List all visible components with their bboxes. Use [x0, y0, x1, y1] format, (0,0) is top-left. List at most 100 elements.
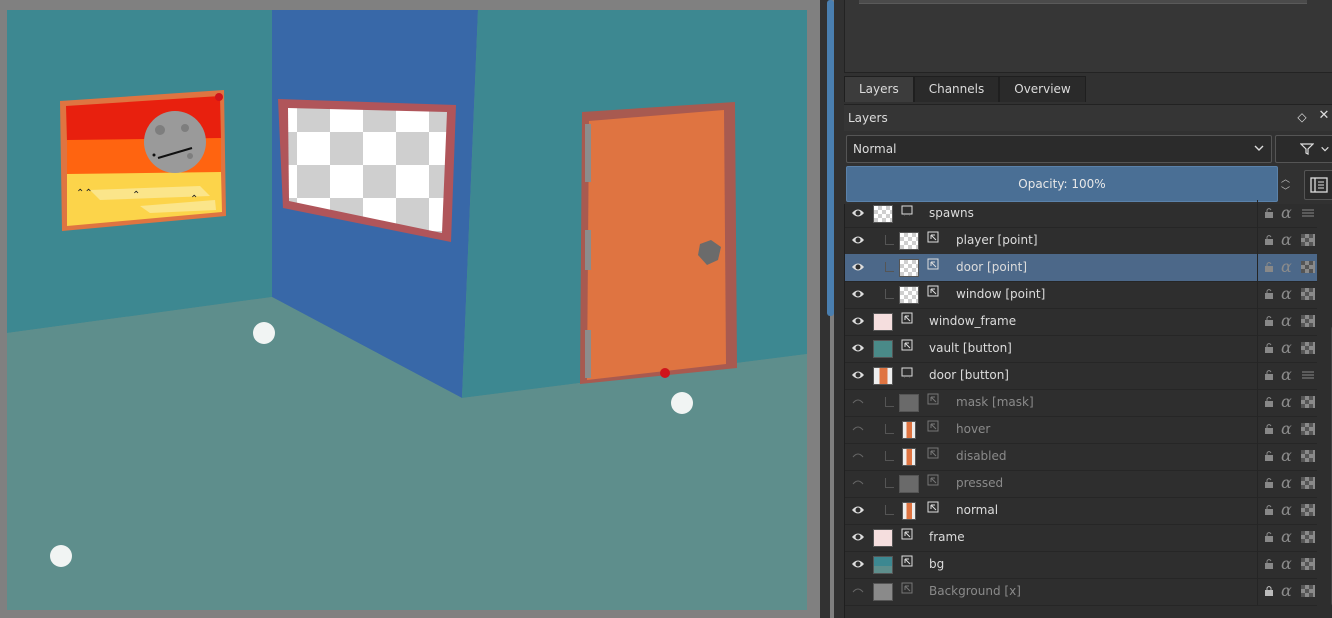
checker-icon[interactable]: [1301, 504, 1315, 516]
lock-icon[interactable]: [1263, 585, 1275, 597]
tab-layers[interactable]: Layers: [844, 76, 914, 102]
alpha-icon[interactable]: α: [1281, 365, 1292, 384]
layer-row[interactable]: Background [x] α: [845, 578, 1317, 606]
alpha-icon[interactable]: α: [1281, 419, 1292, 438]
eye-icon[interactable]: [851, 207, 865, 219]
lock-icon[interactable]: [1263, 315, 1275, 327]
layer-row[interactable]: pressed α: [845, 470, 1317, 498]
layer-row[interactable]: spawns α: [845, 200, 1317, 228]
canvas-area[interactable]: ⌃⌃ ⌃ ⌃: [0, 0, 820, 618]
eye-icon[interactable]: [851, 558, 865, 570]
lock-icon[interactable]: [1263, 504, 1275, 516]
lock-icon[interactable]: [1263, 342, 1275, 354]
layer-row[interactable]: vault [button] α: [845, 335, 1317, 363]
eye-icon[interactable]: [851, 315, 865, 327]
eye-closed-icon[interactable]: [851, 396, 865, 408]
layer-row[interactable]: door [button] α: [845, 362, 1317, 390]
eye-closed-icon[interactable]: [851, 585, 865, 597]
filter-button[interactable]: [1275, 135, 1332, 163]
checker-icon[interactable]: [1301, 234, 1315, 246]
alpha-icon[interactable]: α: [1281, 473, 1292, 492]
layer-row[interactable]: disabled α: [845, 443, 1317, 471]
layer-row[interactable]: window_frame α: [845, 308, 1317, 336]
chevron-down-icon[interactable]: ﹀: [1281, 184, 1290, 197]
checker-icon[interactable]: [1301, 342, 1315, 354]
eye-closed-icon[interactable]: [851, 477, 865, 489]
eye-icon[interactable]: [851, 531, 865, 543]
blend-mode-select[interactable]: Normal: [846, 135, 1272, 163]
layer-name: spawns: [929, 206, 974, 220]
paint-layer-icon: [927, 258, 939, 270]
alpha-icon[interactable]: α: [1281, 554, 1292, 573]
lock-icon[interactable]: [1263, 234, 1275, 246]
eye-closed-icon[interactable]: [851, 423, 865, 435]
alpha-icon[interactable]: α: [1281, 446, 1292, 465]
lock-icon[interactable]: [1263, 558, 1275, 570]
lock-icon[interactable]: [1263, 396, 1275, 408]
alpha-icon[interactable]: α: [1281, 392, 1292, 411]
eye-icon[interactable]: [851, 369, 865, 381]
checker-icon[interactable]: [1301, 531, 1315, 543]
alpha-icon[interactable]: α: [1281, 311, 1292, 330]
lock-icon[interactable]: [1263, 450, 1275, 462]
layer-thumbnail: [873, 529, 893, 547]
canvas-vertical-scrollbar[interactable]: [827, 0, 834, 316]
checker-icon[interactable]: [1301, 450, 1315, 462]
eye-icon[interactable]: [851, 261, 865, 273]
float-icon[interactable]: ◇: [1296, 111, 1308, 123]
alpha-icon[interactable]: α: [1281, 527, 1292, 546]
layer-name: Background [x]: [929, 584, 1021, 598]
tab-overview[interactable]: Overview: [999, 76, 1086, 102]
checker-icon[interactable]: [1301, 288, 1315, 300]
column-separator: [1257, 416, 1258, 443]
checker-icon[interactable]: [1301, 558, 1315, 570]
layer-thumbnail: [902, 448, 916, 466]
alpha-icon[interactable]: α: [1281, 581, 1292, 600]
layer-row[interactable]: mask [mask] α: [845, 389, 1317, 417]
eye-icon[interactable]: [851, 288, 865, 300]
alpha-icon[interactable]: α: [1281, 284, 1292, 303]
alpha-icon[interactable]: α: [1281, 338, 1292, 357]
layer-row[interactable]: frame α: [845, 524, 1317, 552]
opacity-stepper[interactable]: ︿ ﹀: [1279, 166, 1293, 200]
lock-icon[interactable]: [1263, 288, 1275, 300]
layer-row[interactable]: normal α: [845, 497, 1317, 525]
alpha-icon[interactable]: α: [1281, 500, 1292, 519]
lock-icon[interactable]: [1263, 369, 1275, 381]
checker-icon[interactable]: [1301, 396, 1315, 408]
layer-row[interactable]: hover α: [845, 416, 1317, 444]
layer-properties-button[interactable]: [1304, 170, 1332, 200]
lock-icon[interactable]: [1263, 261, 1275, 273]
opacity-slider[interactable]: Opacity: 100%: [846, 166, 1278, 202]
checker-icon[interactable]: [1301, 423, 1315, 435]
lock-icon[interactable]: [1263, 477, 1275, 489]
checker-icon[interactable]: [1301, 585, 1315, 597]
eye-icon[interactable]: [851, 234, 865, 246]
tab-channels[interactable]: Channels: [913, 76, 1000, 102]
column-separator: [1257, 281, 1258, 308]
alpha-icon[interactable]: α: [1281, 203, 1292, 222]
eye-icon[interactable]: [851, 504, 865, 516]
layer-row[interactable]: window [point] α: [845, 281, 1317, 309]
eye-icon[interactable]: [851, 342, 865, 354]
layer-row[interactable]: bg α: [845, 551, 1317, 579]
alpha-icon[interactable]: α: [1281, 257, 1292, 276]
paint-layer-icon: [901, 312, 913, 324]
layers-list[interactable]: spawns α player [point] α door [point] α windo…: [844, 200, 1332, 618]
alpha-icon[interactable]: α: [1281, 230, 1292, 249]
paint-layer-icon: [927, 420, 939, 432]
passthrough-icon[interactable]: [1301, 369, 1315, 381]
lock-icon[interactable]: [1263, 531, 1275, 543]
eye-closed-icon[interactable]: [851, 450, 865, 462]
checker-icon[interactable]: [1301, 261, 1315, 273]
checker-icon[interactable]: [1301, 315, 1315, 327]
layer-row[interactable]: player [point] α: [845, 227, 1317, 255]
close-icon[interactable]: ✕: [1318, 109, 1330, 122]
layer-row[interactable]: door [point] α: [845, 254, 1317, 282]
passthrough-icon[interactable]: [1301, 207, 1315, 219]
lock-icon[interactable]: [1263, 207, 1275, 219]
layer-name: hover: [956, 422, 991, 436]
lock-icon[interactable]: [1263, 423, 1275, 435]
checker-icon[interactable]: [1301, 477, 1315, 489]
column-separator: [1257, 389, 1258, 416]
